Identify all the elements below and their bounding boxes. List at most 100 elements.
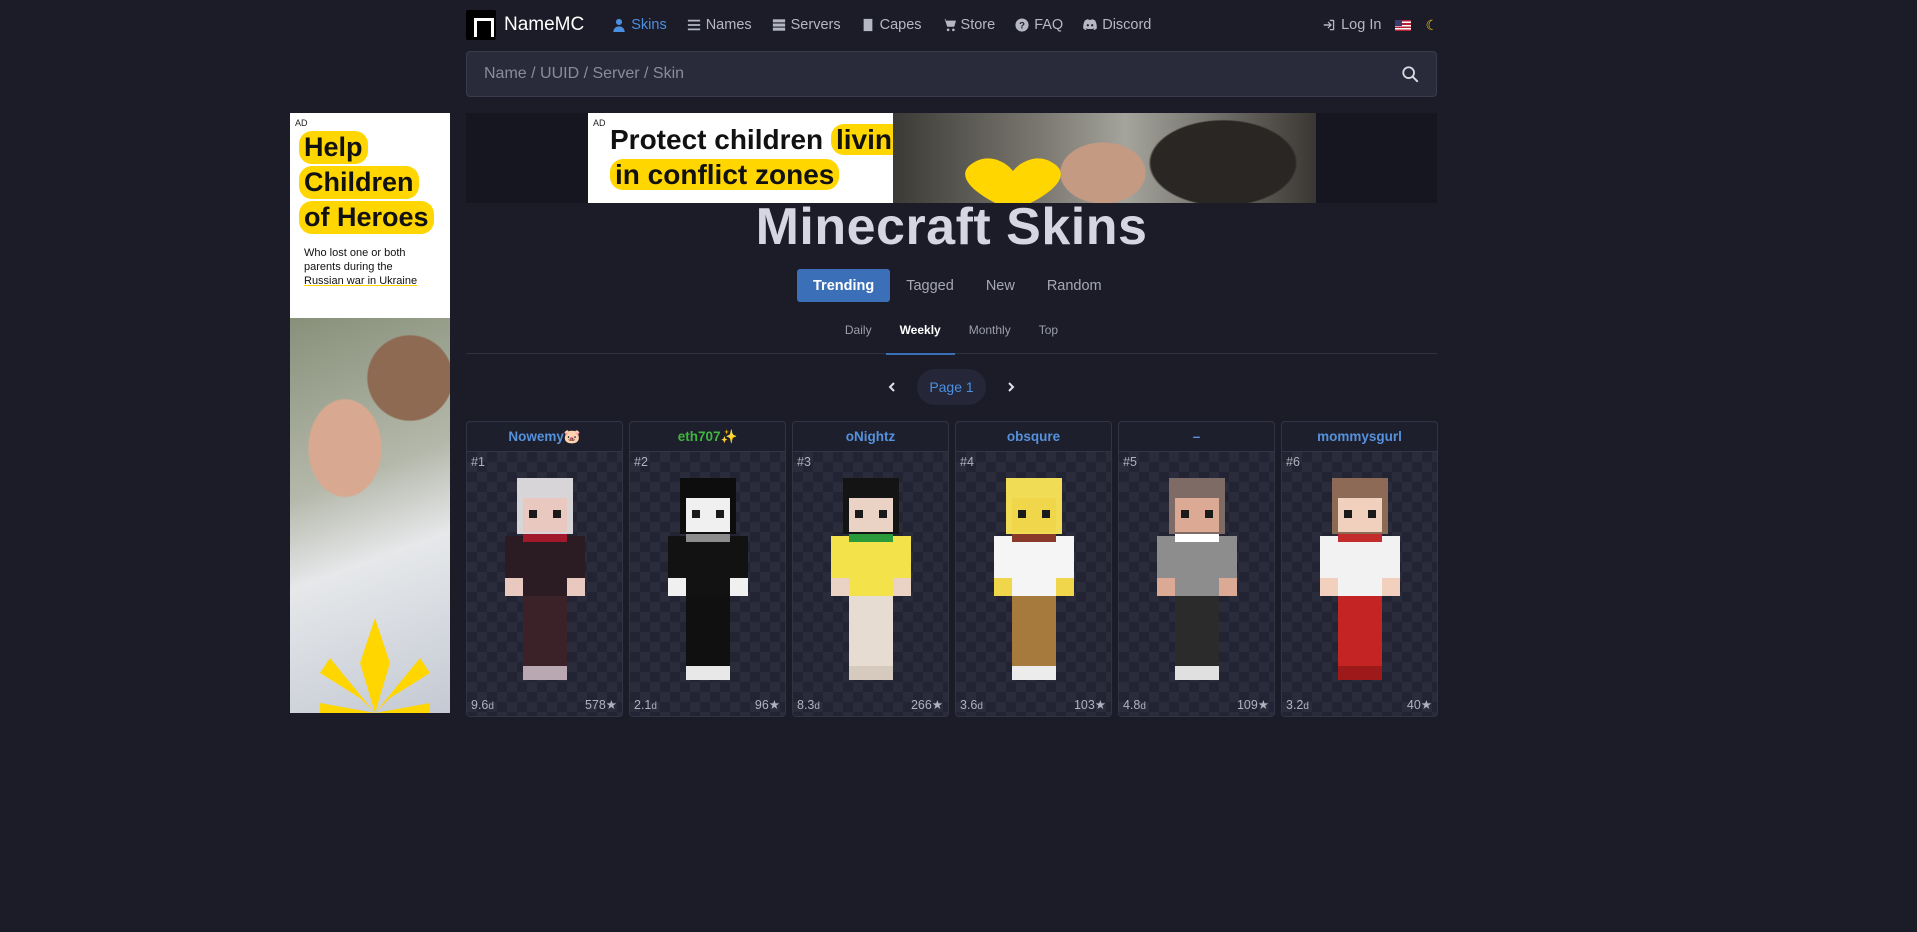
skin-age-value: 2.1 — [634, 698, 652, 712]
left-ad-headline: Help Children of Heroes — [299, 131, 447, 236]
skin-age: 8.3d — [797, 698, 820, 712]
skin-age-unit: d — [488, 701, 494, 712]
skin-preview[interactable]: #4 3.6d 103★ — [956, 452, 1111, 716]
chevron-left-icon — [888, 382, 896, 392]
skin-card[interactable]: oNightz #3 8.3d 266★ — [792, 421, 949, 717]
nav-item-faq[interactable]: ? FAQ — [1005, 17, 1073, 33]
skin-render — [831, 478, 911, 680]
user-icon — [612, 18, 626, 32]
skin-owner-name[interactable]: eth707✨ — [630, 422, 785, 452]
skin-card[interactable]: obsqure #4 3.6d 103★ — [955, 421, 1112, 717]
login-label: Log In — [1341, 17, 1382, 33]
nav-item-label: Capes — [879, 17, 922, 33]
nav-item-label: Discord — [1102, 17, 1152, 33]
skin-render — [994, 478, 1074, 680]
skin-render — [505, 478, 585, 680]
question-icon: ? — [1015, 18, 1029, 32]
subtab-daily[interactable]: Daily — [831, 306, 886, 354]
nav-item-capes[interactable]: Capes — [851, 17, 932, 33]
nav-item-label: Names — [705, 17, 752, 33]
page-title: Minecraft Skins — [755, 198, 1148, 256]
top-ad-line1: Protect children — [610, 124, 824, 155]
skin-age: 3.6d — [960, 698, 983, 712]
nav-item-label: Servers — [790, 17, 841, 33]
left-ad-banner[interactable]: AD Help Children of Heroes Who lost one … — [290, 113, 450, 713]
skin-grid: Nowemy🐷 #1 9.6d 578★ eth707✨ #2 2.1d 96★ oNightz… — [466, 421, 1438, 717]
nav-item-store[interactable]: Store — [932, 17, 1006, 33]
brand-link[interactable]: NameMC — [466, 10, 584, 40]
current-page[interactable]: Page 1 — [917, 369, 986, 405]
left-ad-sub-line: Russian war in Ukraine — [304, 275, 418, 287]
login-link[interactable]: Log In — [1322, 17, 1381, 33]
top-navbar: NameMC Skins Names Servers Capes Store? FAQ Di… — [466, 0, 1438, 50]
skin-owner-name[interactable]: oNightz — [793, 422, 948, 452]
skin-render — [1320, 478, 1400, 680]
tab-new[interactable]: New — [970, 269, 1031, 302]
next-page-button[interactable] — [1000, 376, 1022, 398]
skin-preview[interactable]: #3 8.3d 266★ — [793, 452, 948, 716]
top-ad-photo — [893, 113, 1316, 203]
skin-preview[interactable]: #1 9.6d 578★ — [467, 452, 622, 716]
skin-card[interactable]: eth707✨ #2 2.1d 96★ — [629, 421, 786, 717]
skin-preview[interactable]: #5 4.8d 109★ — [1119, 452, 1274, 716]
skin-owner-name[interactable]: – — [1119, 422, 1274, 452]
server-icon — [772, 18, 786, 32]
nav-item-servers[interactable]: Servers — [762, 17, 851, 33]
left-ad-headline-line: Children — [299, 166, 419, 199]
skin-card[interactable]: Nowemy🐷 #1 9.6d 578★ — [466, 421, 623, 717]
subtab-weekly[interactable]: Weekly — [885, 306, 955, 355]
skin-age: 2.1d — [634, 698, 657, 712]
left-ad-sub-line: parents during the — [304, 261, 393, 273]
nav-item-discord[interactable]: Discord — [1073, 17, 1161, 33]
skin-preview[interactable]: #6 3.2d 40★ — [1282, 452, 1437, 716]
skin-age: 4.8d — [1123, 698, 1146, 712]
skin-age-value: 3.6 — [960, 698, 978, 712]
skin-age: 3.2d — [1286, 698, 1309, 712]
us-flag-icon[interactable] — [1395, 19, 1412, 31]
tab-tagged[interactable]: Tagged — [890, 269, 970, 302]
skin-stars: 96★ — [754, 698, 780, 712]
skin-owner-name[interactable]: obsqure — [956, 422, 1111, 452]
skin-age-unit: d — [814, 701, 820, 712]
subtab-monthly[interactable]: Monthly — [955, 306, 1025, 354]
top-ad-line2-highlight: in conflict zones — [610, 159, 840, 190]
search-input[interactable] — [484, 65, 1401, 83]
moon-icon[interactable]: ☾ — [1425, 17, 1438, 34]
nav-right: Log In ☾ — [1322, 17, 1438, 34]
left-ad-headline-line: Help — [299, 131, 368, 164]
pagination: Page 1 — [466, 369, 1437, 405]
tab-random[interactable]: Random — [1031, 269, 1118, 302]
heart-icon — [965, 158, 1061, 203]
namemc-logo-icon — [466, 10, 496, 40]
sun-burst-icon — [320, 618, 430, 713]
svg-text:?: ? — [1019, 21, 1025, 32]
nav-item-names[interactable]: Names — [677, 17, 762, 33]
nav-item-label: FAQ — [1034, 17, 1064, 33]
search-icon[interactable] — [1401, 65, 1419, 83]
skin-card[interactable]: mommysgurl #6 3.2d 40★ — [1281, 421, 1438, 717]
cape-icon — [861, 18, 875, 32]
nav-item-label: Skins — [631, 17, 667, 33]
skin-age-unit: d — [1303, 701, 1309, 712]
tab-trending[interactable]: Trending — [797, 269, 891, 302]
skin-card[interactable]: – #5 4.8d 109★ — [1118, 421, 1275, 717]
skin-age-value: 8.3 — [797, 698, 815, 712]
skin-render — [668, 478, 748, 680]
search-bar — [466, 51, 1437, 97]
skin-rank: #3 — [797, 455, 811, 469]
skin-age-unit: d — [651, 701, 657, 712]
skin-owner-name[interactable]: mommysgurl — [1282, 422, 1437, 452]
ad-tag: AD — [593, 118, 606, 128]
list-icon — [687, 18, 701, 32]
left-ad-subtext: Who lost one or both parents during the … — [304, 246, 444, 288]
top-ad-banner[interactable]: AD Protect children living in conflict z… — [588, 113, 1316, 203]
skin-preview[interactable]: #2 2.1d 96★ — [630, 452, 785, 716]
nav-item-skins[interactable]: Skins — [602, 17, 676, 33]
skin-owner-name[interactable]: Nowemy🐷 — [467, 422, 622, 452]
skin-rank: #6 — [1286, 455, 1300, 469]
prev-page-button[interactable] — [881, 376, 903, 398]
period-subtabs: Daily Weekly Monthly Top — [466, 306, 1437, 355]
skin-stars: 266★ — [910, 698, 943, 712]
login-icon — [1323, 19, 1335, 31]
subtab-top[interactable]: Top — [1025, 306, 1072, 354]
